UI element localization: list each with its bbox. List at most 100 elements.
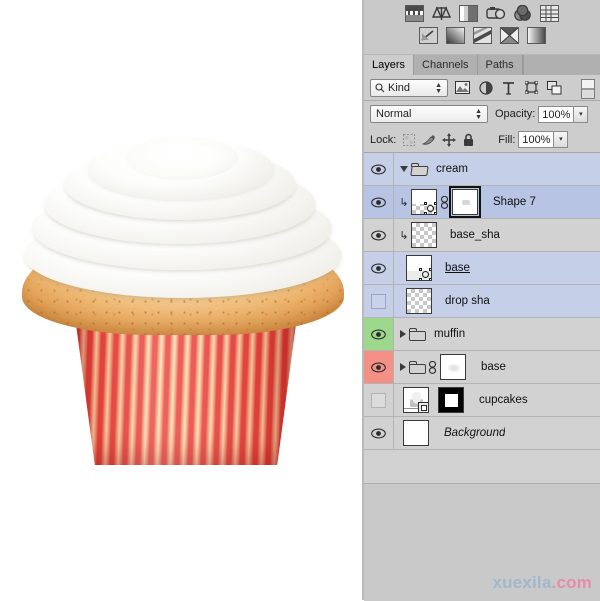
layer-thumbnail-drop-sha[interactable] — [406, 288, 432, 314]
link-icon[interactable] — [428, 360, 438, 374]
layer-name-muffin[interactable]: muffin — [434, 328, 465, 340]
layer-row-base-sha[interactable]: ↳ base_sha — [364, 219, 600, 252]
layer-row-cupcakes[interactable]: cupcakes — [364, 384, 600, 417]
visibility-toggle-shape-7[interactable] — [364, 186, 394, 218]
link-icon[interactable] — [440, 195, 450, 209]
group-mask-thumbnail-base-group[interactable] — [440, 354, 466, 380]
layer-thumbnail-background[interactable] — [403, 420, 429, 446]
visibility-toggle-cupcakes[interactable] — [364, 384, 394, 416]
fill-label: Fill: — [498, 133, 516, 146]
vector-shape-badge-icon — [419, 268, 431, 280]
lock-label: Lock: — [370, 133, 397, 146]
layer-row-drop-sha[interactable]: drop sha — [364, 285, 600, 318]
gradient-map-icon[interactable] — [526, 27, 546, 44]
filter-kind-dropdown[interactable]: Kind ▲ ▼ — [370, 78, 448, 97]
filter-type-layers-icon[interactable] — [500, 79, 517, 96]
chevron-right-icon[interactable] — [400, 330, 406, 338]
lock-transparent-pixels-icon[interactable] — [401, 132, 416, 147]
layer-body-base-sha[interactable]: ↳ base_sha — [394, 219, 600, 251]
layer-name-drop-sha[interactable]: drop sha — [445, 295, 490, 307]
photo-filter-icon[interactable] — [472, 27, 492, 44]
visibility-toggle-base-group[interactable] — [364, 351, 394, 383]
brightness-contrast-icon[interactable] — [405, 5, 424, 22]
vector-mask-thumbnail-shape-7[interactable] — [449, 186, 481, 218]
layer-row-background[interactable]: Background — [364, 417, 600, 450]
hue-saturation-icon[interactable] — [540, 5, 559, 22]
layer-name-base-sha[interactable]: base_sha — [450, 229, 500, 241]
filter-enable-toggle[interactable] — [581, 79, 595, 99]
levels-icon[interactable] — [432, 5, 451, 22]
folder-closed-icon — [409, 327, 426, 341]
layer-body-cupcakes[interactable]: cupcakes — [394, 384, 600, 416]
eye-icon — [371, 428, 386, 438]
folder-closed-icon — [409, 360, 426, 374]
fill-input[interactable]: 100% — [518, 131, 555, 148]
layer-name-cupcakes[interactable]: cupcakes — [479, 394, 528, 406]
layer-body-cream[interactable]: cream — [394, 153, 600, 185]
filter-smart-object-icon[interactable] — [546, 79, 563, 96]
watermark-secondary: .com — [551, 573, 592, 592]
visibility-toggle-base-shape[interactable] — [364, 252, 394, 284]
opacity-dropdown-arrow[interactable]: ▾ — [574, 105, 589, 123]
layer-name-base-shape[interactable]: base — [445, 262, 470, 274]
frosting-highlight — [148, 144, 222, 170]
tab-channels[interactable]: Channels — [414, 55, 478, 75]
magnifier-icon — [375, 82, 385, 93]
cupcake-artwork — [8, 136, 356, 470]
exposure-icon[interactable] — [486, 5, 505, 22]
lock-bar: Lock: Fill: 100% ▾ — [364, 127, 600, 153]
layer-body-shape-7[interactable]: ↳ Shape 7 — [394, 186, 600, 218]
document-canvas[interactable] — [0, 0, 364, 600]
layer-body-drop-sha[interactable]: drop sha — [394, 285, 600, 317]
layers-list[interactable]: cream ↳ Shape 7 ↳ base_sha base drop sha… — [364, 153, 600, 483]
visibility-toggle-muffin[interactable] — [364, 318, 394, 350]
layer-thumbnail-cupcakes[interactable] — [403, 387, 429, 413]
filter-adjustment-layers-icon[interactable] — [477, 79, 494, 96]
tab-layers[interactable]: Layers — [364, 55, 415, 75]
eye-icon — [371, 197, 386, 207]
lock-all-icon[interactable] — [461, 132, 476, 147]
watermark: xuexila.com — [492, 573, 592, 593]
eye-icon — [371, 230, 386, 240]
smart-object-badge-icon — [418, 402, 428, 412]
lock-image-pixels-icon[interactable] — [421, 132, 436, 147]
opacity-input[interactable]: 100% — [538, 105, 575, 123]
layer-thumbnail-shape-7[interactable] — [411, 189, 437, 215]
lock-position-icon[interactable] — [441, 132, 456, 147]
layer-name-background[interactable]: Background — [444, 427, 505, 439]
color-balance-icon[interactable] — [418, 27, 438, 44]
layer-name-base-group[interactable]: base — [481, 361, 506, 373]
layer-name-shape-7[interactable]: Shape 7 — [493, 196, 536, 208]
black-white-icon[interactable] — [445, 27, 465, 44]
vibrance-icon[interactable] — [513, 5, 532, 22]
layer-mask-thumbnail-cupcakes[interactable] — [438, 387, 464, 413]
photoshop-window: Layers Channels Paths Kind ▲ ▼ Normal ▲ … — [0, 0, 600, 601]
layer-thumbnail-base-sha[interactable] — [411, 222, 437, 248]
layer-name-cream[interactable]: cream — [436, 163, 468, 175]
visibility-toggle-base-sha[interactable] — [364, 219, 394, 251]
layer-body-base-shape[interactable]: base — [394, 252, 600, 284]
visibility-toggle-cream[interactable] — [364, 153, 394, 185]
layer-row-base-shape[interactable]: base — [364, 252, 600, 285]
filter-shape-layers-icon[interactable] — [523, 79, 540, 96]
layer-body-muffin[interactable]: muffin — [394, 318, 600, 350]
layer-row-muffin[interactable]: muffin — [364, 318, 600, 351]
filter-pixel-layers-icon[interactable] — [454, 79, 471, 96]
layer-body-base-group[interactable]: base — [394, 351, 600, 383]
visibility-toggle-background[interactable] — [364, 417, 394, 449]
chevron-down-icon[interactable] — [400, 166, 408, 172]
visibility-toggle-drop-sha[interactable] — [364, 285, 394, 317]
blend-mode-bar: Normal ▲ ▼ Opacity: 100% ▾ — [364, 101, 600, 127]
chevron-right-icon[interactable] — [400, 363, 406, 371]
fill-dropdown-arrow[interactable]: ▾ — [554, 131, 569, 148]
channel-mixer-icon[interactable] — [499, 27, 519, 44]
layer-row-shape-7[interactable]: ↳ Shape 7 — [364, 186, 600, 219]
curves-icon[interactable] — [459, 5, 478, 22]
tab-paths[interactable]: Paths — [477, 55, 523, 75]
layer-thumbnail-base-shape[interactable] — [406, 255, 432, 281]
folder-open-icon — [410, 162, 429, 176]
blend-mode-dropdown[interactable]: Normal ▲ ▼ — [370, 105, 488, 123]
layer-row-cream[interactable]: cream — [364, 153, 600, 186]
layer-row-base-group[interactable]: base — [364, 351, 600, 384]
layer-body-background[interactable]: Background — [394, 417, 600, 449]
